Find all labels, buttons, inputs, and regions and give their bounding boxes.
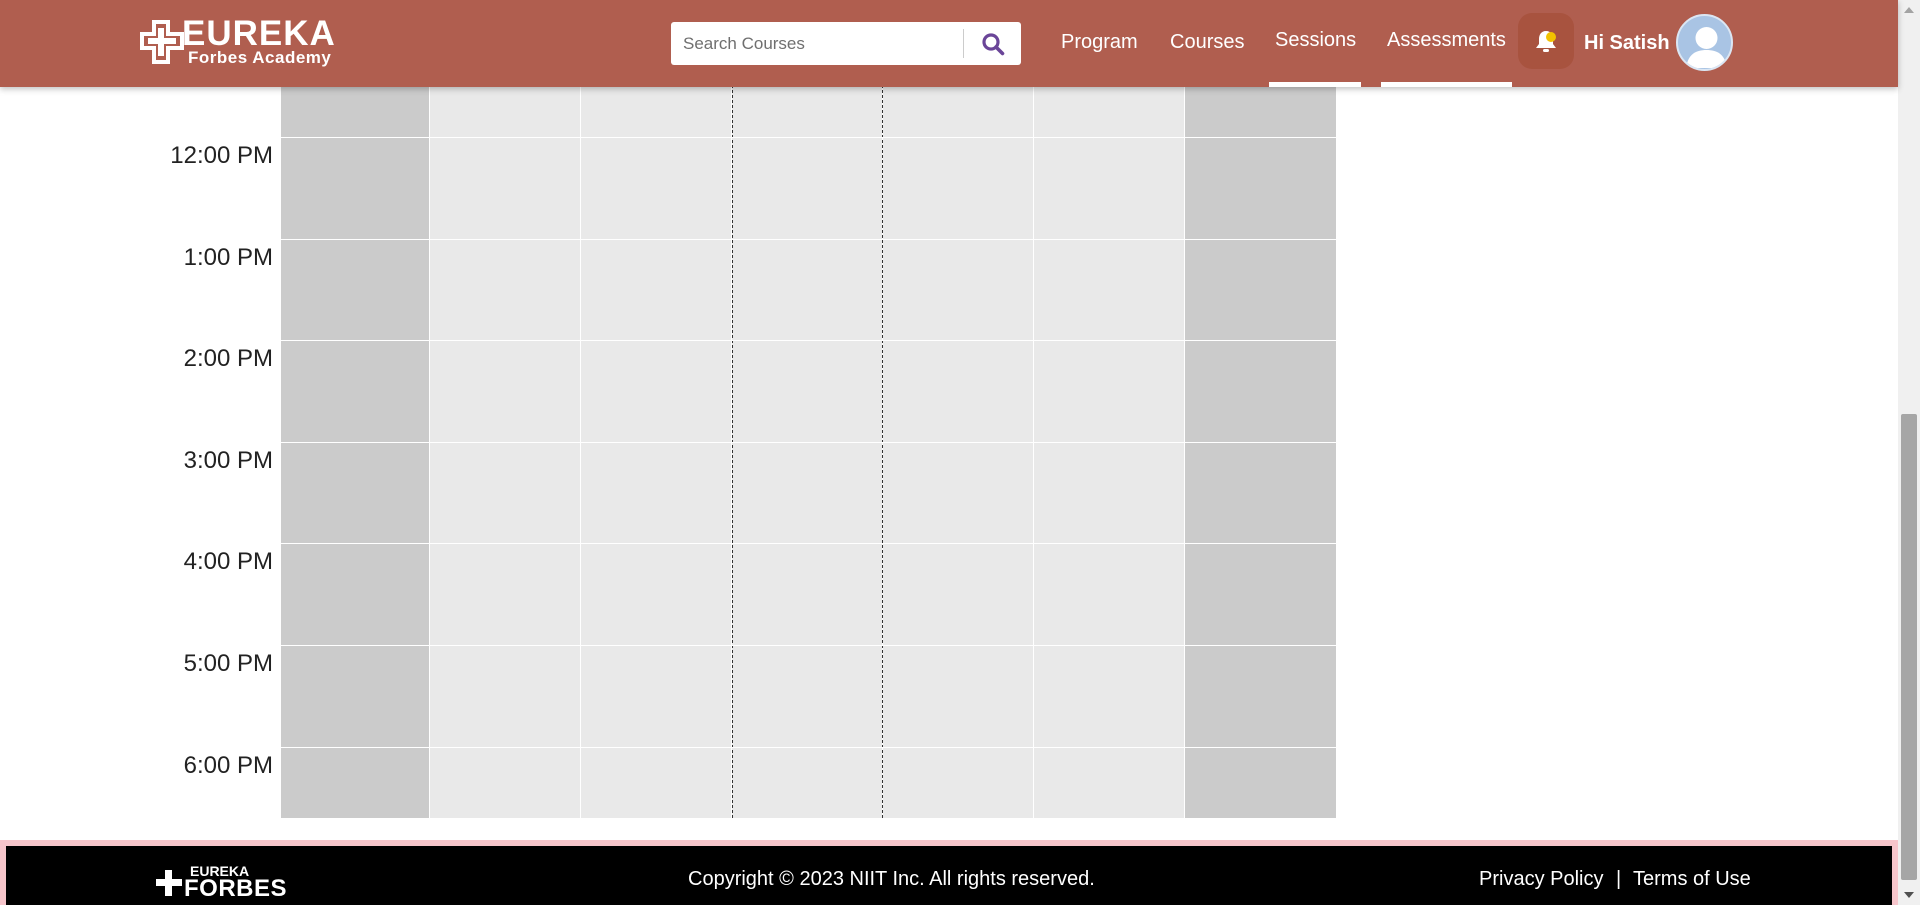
footer-logo-line2: FORBES (184, 875, 288, 902)
notifications-button[interactable] (1518, 13, 1574, 69)
search-icon (981, 32, 1004, 55)
today-left-border (732, 0, 733, 818)
scroll-down-arrow[interactable] (1898, 885, 1920, 905)
hour-divider (281, 137, 1336, 138)
page: 12:00 PM 1:00 PM 2:00 PM 3:00 PM 4:00 PM… (0, 0, 1920, 905)
cross-logo-icon (140, 20, 184, 64)
day-column-sunday[interactable] (281, 0, 429, 818)
terms-of-use-link[interactable]: Terms of Use (1633, 866, 1751, 892)
nav-assessments-active-indicator (1381, 82, 1512, 87)
hour-divider (281, 239, 1336, 240)
nav-sessions[interactable]: Sessions (1275, 27, 1356, 53)
nav-program[interactable]: Program (1061, 29, 1138, 55)
copyright-text: Copyright © 2023 NIIT Inc. All rights re… (688, 868, 1095, 890)
day-column-saturday[interactable] (1185, 0, 1336, 818)
eureka-forbes-academy-logo[interactable]: EUREKA Forbes Academy (140, 16, 340, 72)
chevron-down-icon (1904, 892, 1914, 898)
search-box (671, 22, 1021, 65)
nav-courses[interactable]: Courses (1170, 29, 1244, 55)
time-label: 12:00 PM (170, 142, 273, 169)
day-column-friday[interactable] (1034, 0, 1184, 818)
cross-logo-icon (156, 870, 182, 896)
time-label: 6:00 PM (183, 752, 273, 779)
time-label: 4:00 PM (183, 548, 273, 575)
footer-eureka-forbes-logo: EUREKA FORBES (154, 864, 294, 904)
scroll-up-arrow[interactable] (1898, 0, 1920, 20)
search-courses-input[interactable] (671, 22, 963, 65)
chevron-up-icon (1904, 7, 1914, 13)
week-calendar-grid (281, 0, 1336, 818)
time-label: 3:00 PM (183, 447, 273, 474)
user-greeting[interactable]: Hi Satish (1584, 30, 1670, 56)
nav-assessments[interactable]: Assessments (1387, 27, 1506, 53)
privacy-policy-link[interactable]: Privacy Policy (1479, 866, 1603, 892)
time-label: 5:00 PM (183, 650, 273, 677)
time-label: 1:00 PM (183, 244, 273, 271)
hour-divider (281, 340, 1336, 341)
user-avatar-icon (1686, 27, 1727, 68)
scrollbar-thumb[interactable] (1901, 414, 1917, 880)
vertical-scrollbar[interactable] (1898, 0, 1920, 905)
hour-divider (281, 747, 1336, 748)
nav-sessions-active-indicator (1269, 82, 1361, 87)
footer-inner: EUREKA FORBES Copyright © 2023 NIIT Inc.… (6, 846, 1892, 905)
search-button[interactable] (964, 22, 1021, 65)
logo-wordmark: EUREKA (182, 14, 336, 53)
bell-icon (1536, 31, 1556, 52)
footer-link-separator: | (1616, 868, 1622, 890)
footer: EUREKA FORBES Copyright © 2023 NIIT Inc.… (0, 840, 1898, 905)
hour-divider (281, 645, 1336, 646)
hour-divider (281, 442, 1336, 443)
day-column-monday[interactable] (430, 0, 580, 818)
day-column-tuesday[interactable] (581, 0, 731, 818)
hour-divider (281, 543, 1336, 544)
logo-subtitle: Forbes Academy (188, 48, 332, 67)
top-navigation-bar: EUREKA Forbes Academy Program Courses Se… (0, 0, 1898, 87)
time-label: 2:00 PM (183, 345, 273, 372)
user-avatar[interactable] (1676, 14, 1733, 71)
day-column-wednesday[interactable] (732, 0, 882, 818)
day-column-thursday[interactable] (883, 0, 1033, 818)
today-right-border (882, 0, 883, 818)
